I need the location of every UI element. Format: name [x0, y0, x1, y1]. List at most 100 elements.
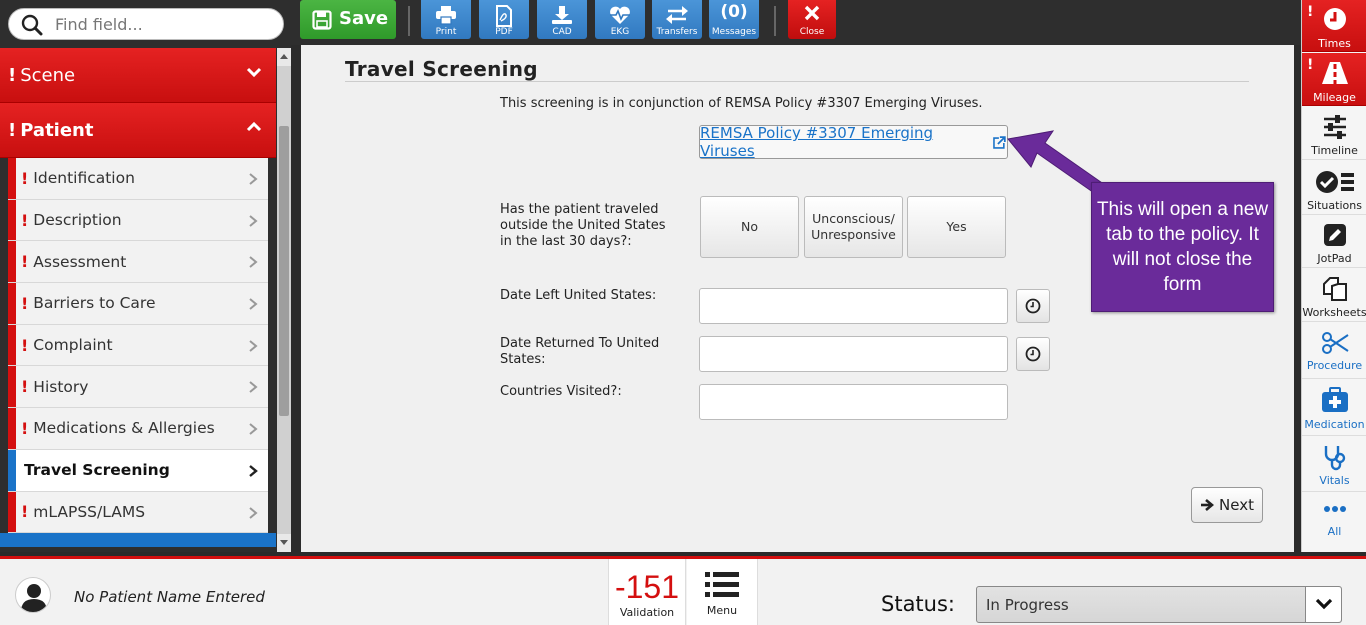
- date-left-field[interactable]: [699, 288, 1008, 324]
- rail-label: JotPad: [1317, 252, 1352, 265]
- annotation-callout: This will open a new tab to the policy. …: [1091, 182, 1274, 312]
- question-countries: Countries Visited?:: [500, 384, 622, 399]
- status-dropdown-button[interactable]: [1305, 587, 1341, 622]
- print-button[interactable]: Print: [421, 0, 471, 39]
- rail-item-timeline[interactable]: Timeline: [1302, 107, 1366, 160]
- sidebar-item-label: Complaint: [33, 336, 113, 355]
- rail-label: Situations: [1307, 199, 1362, 212]
- list-menu-icon: [705, 572, 739, 597]
- rail-label: Worksheets: [1302, 306, 1366, 319]
- download-icon: [552, 6, 572, 24]
- rail-item-mileage[interactable]: ! Mileage: [1302, 53, 1366, 106]
- section-label: Scene: [20, 64, 76, 86]
- date-returned-time-button[interactable]: [1016, 337, 1050, 371]
- scroll-down-button[interactable]: [277, 534, 291, 552]
- avatar[interactable]: [15, 577, 51, 613]
- rail-item-all[interactable]: All: [1302, 493, 1366, 552]
- rail-item-procedure[interactable]: Procedure: [1302, 323, 1366, 379]
- validation-button[interactable]: -151 Validation: [608, 559, 686, 625]
- validation-label: Validation: [619, 606, 675, 619]
- exchange-arrows-icon: [666, 6, 688, 24]
- status-value: In Progress: [986, 596, 1069, 614]
- sidebar-item-history[interactable]: ! History: [8, 366, 268, 409]
- sidebar-item-travel-screening[interactable]: Travel Screening: [8, 449, 268, 492]
- chevron-right-icon: [249, 173, 258, 185]
- alert-indicator: !: [21, 252, 29, 272]
- alert-indicator: !: [21, 168, 29, 188]
- option-unconscious-button[interactable]: Unconscious/ Unresponsive: [804, 196, 903, 258]
- more-dots-icon: [1323, 506, 1346, 512]
- sidebar-item-complaint[interactable]: ! Complaint: [8, 324, 268, 367]
- rail-label: All: [1327, 525, 1342, 538]
- validation-count: -151: [614, 569, 680, 605]
- policy-link-button[interactable]: REMSA Policy #3307 Emerging Viruses: [699, 124, 1008, 160]
- next-label: Next: [1219, 496, 1254, 514]
- sidebar-scrollbar[interactable]: [277, 48, 291, 552]
- rail-item-situations[interactable]: Situations: [1302, 161, 1366, 215]
- rail-item-times[interactable]: ! Times: [1302, 0, 1366, 52]
- title-divider: [345, 81, 1249, 82]
- rail-item-vitals[interactable]: Vitals: [1302, 437, 1366, 492]
- pdf-button[interactable]: PDF: [479, 0, 529, 39]
- cad-button[interactable]: CAD: [537, 0, 587, 39]
- sidebar-item-label: Description: [33, 211, 122, 230]
- arrow-right-icon: [1201, 499, 1215, 511]
- date-left-time-button[interactable]: [1016, 289, 1050, 323]
- clock-icon: [1025, 298, 1041, 314]
- clock-icon: [1025, 346, 1041, 362]
- ekg-button[interactable]: EKG: [595, 0, 645, 39]
- section-scene[interactable]: ! Scene: [0, 48, 276, 103]
- section-patient[interactable]: ! Patient: [0, 103, 276, 158]
- scroll-up-button[interactable]: [277, 48, 291, 66]
- option-no-button[interactable]: No: [700, 196, 799, 258]
- page-title: Travel Screening: [345, 57, 538, 81]
- search-bar: [0, 0, 291, 48]
- chevron-right-icon: [249, 464, 258, 477]
- alert-indicator: !: [8, 64, 17, 86]
- option-yes-button[interactable]: Yes: [907, 196, 1006, 258]
- sidebar-item-barriers-to-care[interactable]: ! Barriers to Care: [8, 283, 268, 325]
- transfers-button[interactable]: Transfers: [652, 0, 702, 39]
- sidebar-item-label: Assessment: [33, 252, 127, 271]
- search-box[interactable]: [8, 8, 284, 40]
- status-select[interactable]: In Progress: [976, 586, 1342, 623]
- sidebar-item-identification[interactable]: ! Identification: [8, 158, 268, 200]
- search-input[interactable]: [55, 13, 275, 35]
- sidebar-item-mlapss-lams[interactable]: ! mLAPSS/LAMS: [8, 491, 268, 534]
- alert-indicator: !: [8, 119, 17, 141]
- save-button[interactable]: Save: [300, 0, 396, 39]
- save-label: Save: [339, 8, 389, 29]
- rail-item-worksheets[interactable]: Worksheets: [1302, 269, 1366, 322]
- patient-name: No Patient Name Entered: [74, 588, 265, 606]
- sidebar-item-medications-allergies[interactable]: ! Medications & Allergies: [8, 408, 268, 450]
- rail-label: Timeline: [1311, 144, 1358, 157]
- scissors-icon: [1321, 332, 1349, 354]
- alert-indicator: !: [1307, 4, 1314, 20]
- question-date-returned: Date Returned To United States:: [500, 336, 660, 367]
- heartbeat-icon: [610, 6, 630, 24]
- countries-visited-field[interactable]: [699, 384, 1008, 420]
- rail-label: Mileage: [1313, 91, 1356, 104]
- sidebar-item-label: Medications & Allergies: [33, 419, 215, 438]
- next-button[interactable]: Next: [1191, 487, 1263, 523]
- messages-button[interactable]: (0) Messages: [709, 0, 759, 39]
- sidebar-item-description[interactable]: ! Description: [8, 199, 268, 242]
- sidebar-item-assessment[interactable]: ! Assessment: [8, 241, 268, 284]
- rail-item-jotpad[interactable]: JotPad: [1302, 216, 1366, 268]
- date-returned-field[interactable]: [699, 336, 1008, 372]
- toolbar-divider: [774, 6, 776, 36]
- alert-indicator: !: [21, 418, 29, 438]
- policy-link-label: REMSA Policy #3307 Emerging Viruses: [700, 124, 934, 160]
- close-button[interactable]: Close: [788, 0, 836, 39]
- sliders-icon: [1323, 115, 1346, 139]
- menu-button[interactable]: Menu: [687, 559, 758, 625]
- scroll-thumb[interactable]: [279, 126, 289, 416]
- pdf-label: PDF: [495, 27, 513, 37]
- alert-indicator: !: [21, 335, 29, 355]
- rail-item-medication[interactable]: Medication: [1302, 380, 1366, 436]
- floppy-disk-icon: [312, 10, 332, 30]
- toolbar: Save Print PDF CAD EKG Transfers (0) Mes…: [291, 0, 1301, 45]
- next-section-edge: [0, 533, 276, 548]
- chevron-right-icon: [249, 381, 258, 394]
- print-label: Print: [435, 27, 457, 37]
